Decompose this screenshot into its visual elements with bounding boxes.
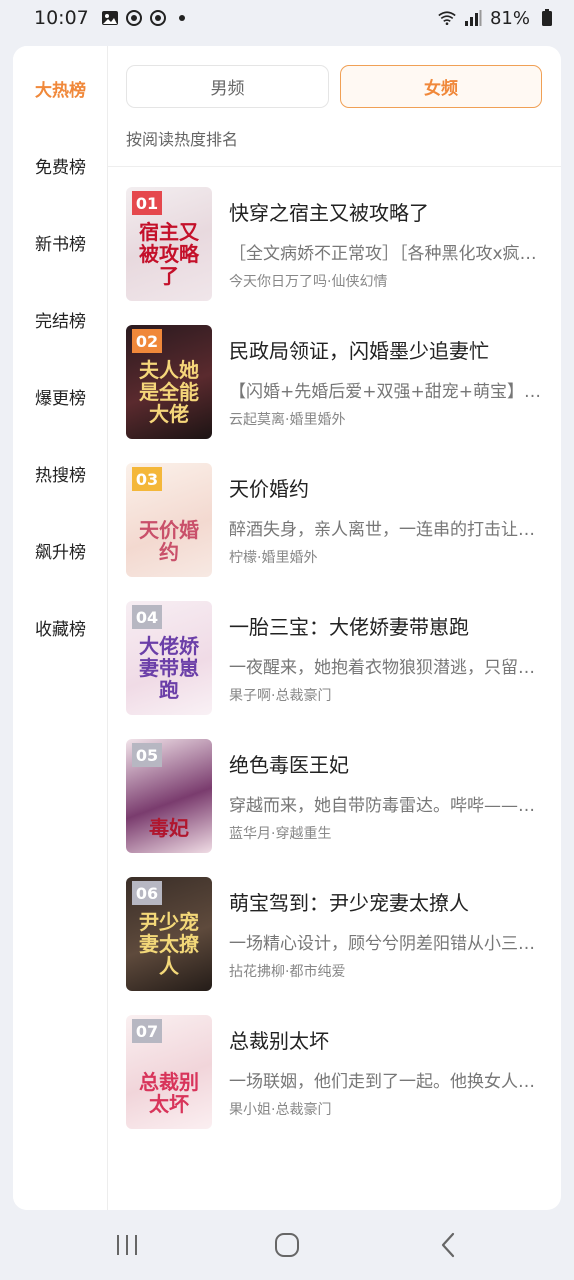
book-item[interactable]: 06 尹少宠妻太撩人 萌宝驾到：尹少宠妻太撩人 一场精心设计，顾兮兮阴差阳错从小… xyxy=(126,877,546,991)
book-title: 一胎三宝：大佬娇妻带崽跑 xyxy=(229,615,469,639)
system-nav-bar xyxy=(0,1210,574,1280)
ranking-subtitle: 按阅读热度排名 xyxy=(126,130,239,149)
home-icon[interactable] xyxy=(272,1230,302,1260)
book-cover: 06 尹少宠妻太撩人 xyxy=(126,877,212,991)
rank-badge: 03 xyxy=(132,467,162,491)
book-cover: 02 夫人她是全能大佬 xyxy=(126,325,212,439)
sidebar-item-favorites[interactable]: 收藏榜 xyxy=(13,618,108,642)
sidebar-item-new[interactable]: 新书榜 xyxy=(13,233,108,257)
book-description: 穿越而来，她自带防毒雷达。哔哔——有毒！ xyxy=(229,796,541,816)
book-title: 萌宝驾到：尹少宠妻太撩人 xyxy=(229,891,469,915)
cover-title: 总裁别太坏 xyxy=(139,1070,199,1116)
book-item[interactable]: 04 大佬娇妻带崽跑 一胎三宝：大佬娇妻带崽跑 一夜醒来，她抱着衣物狼狈潜逃，只… xyxy=(126,601,546,715)
book-meta: 蓝华月·穿越重生 xyxy=(229,826,332,842)
cover-title: 天价婚约 xyxy=(139,518,199,564)
sidebar-item-completed[interactable]: 完结榜 xyxy=(13,310,108,334)
book-item[interactable]: 07 总裁别太坏 总裁别太坏 一场联姻，他们走到了一起。他换女人如换衣服 果小姐… xyxy=(126,1015,546,1129)
book-title: 快穿之宿主又被攻略了 xyxy=(229,201,429,225)
sidebar-item-updates[interactable]: 爆更榜 xyxy=(13,387,108,411)
tab-female[interactable]: 女频 xyxy=(340,65,542,108)
dot-icon xyxy=(173,9,191,27)
rank-badge: 04 xyxy=(132,605,162,629)
sidebar-item-free[interactable]: 免费榜 xyxy=(13,156,108,180)
book-meta: 云起莫离·婚里婚外 xyxy=(229,412,346,428)
sidebar-item-hot-search[interactable]: 热搜榜 xyxy=(13,464,108,488)
status-right: 81% xyxy=(438,8,556,29)
book-description: 醉酒失身，亲人离世，一连串的打击让她身心俱疲 xyxy=(229,520,541,540)
rank-badge: 02 xyxy=(132,329,162,353)
recent-apps-icon[interactable] xyxy=(112,1230,142,1260)
book-meta: 拈花拂柳·都市纯爱 xyxy=(229,964,346,980)
wifi-icon xyxy=(438,9,456,27)
divider xyxy=(108,166,561,167)
book-description: 一场联姻，他们走到了一起。他换女人如换衣服 xyxy=(229,1072,541,1092)
rank-badge: 05 xyxy=(132,743,162,767)
book-item[interactable]: 01 宿主又被攻略了 快穿之宿主又被攻略了 ［全文病娇不正常攻］［各种黑化攻x疯… xyxy=(126,187,546,301)
cover-title: 大佬娇妻带崽跑 xyxy=(139,634,199,702)
cover-title: 尹少宠妻太撩人 xyxy=(139,910,199,978)
cover-title: 夫人她是全能大佬 xyxy=(139,358,199,426)
book-meta: 果子啊·总裁豪门 xyxy=(229,688,332,704)
sync-icon xyxy=(125,9,143,27)
signal-icon xyxy=(464,9,482,27)
sync-icon xyxy=(149,9,167,27)
battery-percent: 81% xyxy=(489,7,530,29)
rank-badge: 07 xyxy=(132,1019,162,1043)
ranking-content: 男频 女频 按阅读热度排名 01 宿主又被攻略了 快穿之宿主又被攻略了 ［全文病… xyxy=(108,46,561,1210)
book-meta: 柠檬·婚里婚外 xyxy=(229,550,318,566)
book-title: 民政局领证，闪婚墨少追妻忙 xyxy=(229,339,489,363)
book-description: ［全文病娇不正常攻］［各种黑化攻x疯批美人受］ xyxy=(229,244,541,264)
sidebar-item-rising[interactable]: 飙升榜 xyxy=(13,541,108,565)
book-description: 一场精心设计，顾兮兮阴差阳错从小三变成新娘 xyxy=(229,934,541,954)
book-item[interactable]: 05 毒妃 绝色毒医王妃 穿越而来，她自带防毒雷达。哔哔——有毒！ 蓝华月·穿越… xyxy=(126,739,546,853)
battery-icon xyxy=(538,9,556,27)
book-item[interactable]: 03 天价婚约 天价婚约 醉酒失身，亲人离世，一连串的打击让她身心俱疲 柠檬·婚… xyxy=(126,463,546,577)
book-cover: 07 总裁别太坏 xyxy=(126,1015,212,1129)
book-title: 总裁别太坏 xyxy=(229,1029,329,1053)
book-description: 一夜醒来，她抱着衣物狼狈潜逃，只留下一串钱 xyxy=(229,658,541,678)
status-bar: 10:07 81% xyxy=(0,0,574,36)
back-icon[interactable] xyxy=(436,1230,460,1260)
ranking-card: 大热榜 免费榜 新书榜 完结榜 爆更榜 热搜榜 飙升榜 收藏榜 男频 女频 按阅… xyxy=(13,46,561,1210)
cover-title: 毒妃 xyxy=(149,816,189,840)
book-title: 绝色毒医王妃 xyxy=(229,753,349,777)
notification-icons xyxy=(101,9,191,27)
book-cover: 04 大佬娇妻带崽跑 xyxy=(126,601,212,715)
book-description: 【闪婚+先婚后爱+双强+甜宠+萌宝】全能大佬 xyxy=(229,382,541,402)
ranking-sidebar: 大热榜 免费榜 新书榜 完结榜 爆更榜 热搜榜 飙升榜 收藏榜 xyxy=(13,46,108,1210)
book-item[interactable]: 02 夫人她是全能大佬 民政局领证，闪婚墨少追妻忙 【闪婚+先婚后爱+双强+甜宠… xyxy=(126,325,546,439)
cover-title: 宿主又被攻略了 xyxy=(139,220,199,288)
book-cover: 01 宿主又被攻略了 xyxy=(126,187,212,301)
book-cover: 05 毒妃 xyxy=(126,739,212,853)
book-title: 天价婚约 xyxy=(229,477,309,501)
status-time: 10:07 xyxy=(34,7,89,29)
book-meta: 今天你日万了吗·仙侠幻情 xyxy=(229,274,388,290)
image-icon xyxy=(101,9,119,27)
tab-male[interactable]: 男频 xyxy=(126,65,329,108)
rank-badge: 06 xyxy=(132,881,162,905)
rank-badge: 01 xyxy=(132,191,162,215)
sidebar-item-hot[interactable]: 大热榜 xyxy=(13,79,108,103)
book-meta: 果小姐·总裁豪门 xyxy=(229,1102,332,1118)
book-cover: 03 天价婚约 xyxy=(126,463,212,577)
